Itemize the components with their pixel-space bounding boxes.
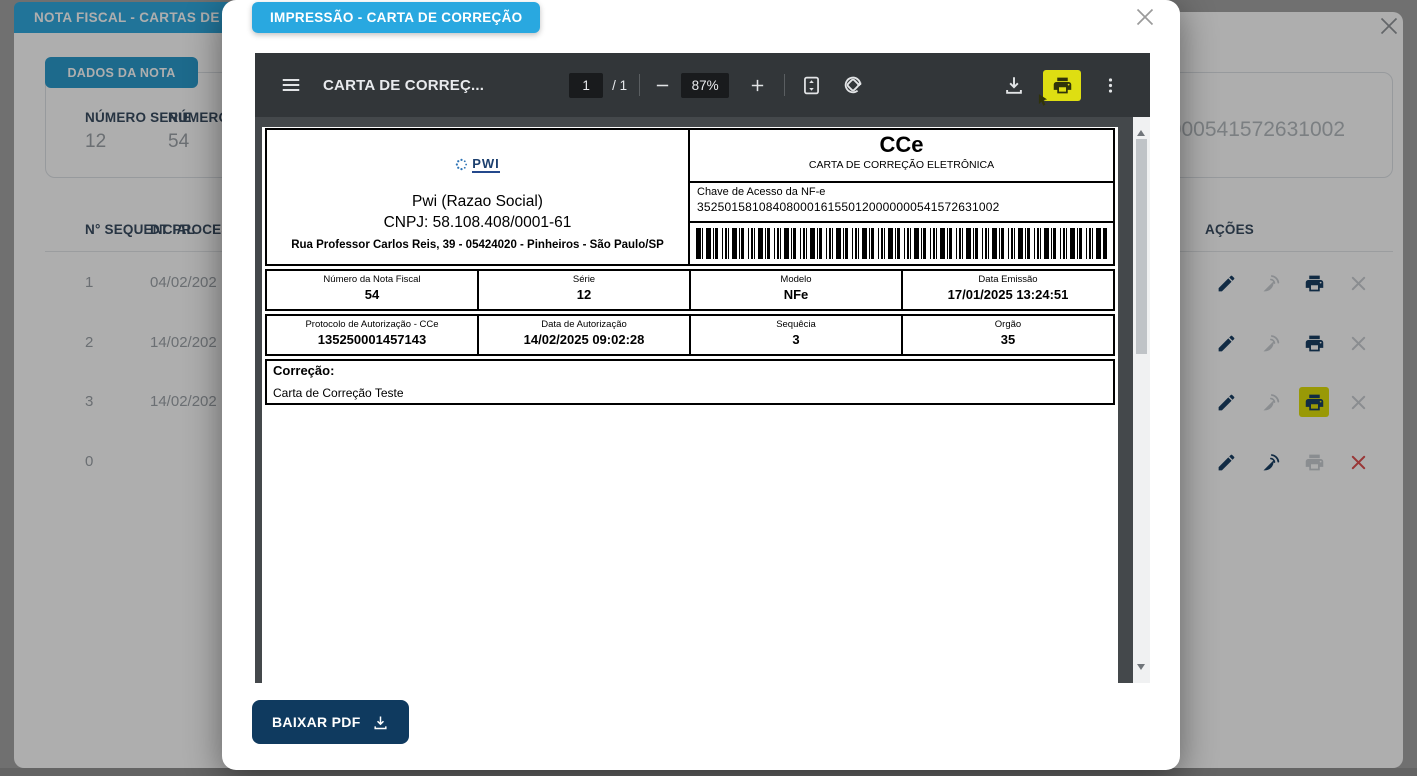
pwi-logo-text: PWI — [472, 156, 500, 173]
more-options-icon[interactable] — [1101, 76, 1120, 95]
cell-label: Data Emissão — [903, 274, 1113, 285]
cell-value: 14/02/2025 09:02:28 — [479, 332, 689, 347]
cell-label: Sequêcia — [691, 319, 901, 330]
cell-value: 17/01/2025 13:24:51 — [903, 287, 1113, 302]
cce-header: CCe CARTA DE CORREÇÃO ELETRÔNICA — [690, 130, 1113, 183]
pdf-scrollbar[interactable] — [1133, 117, 1150, 683]
cce-document: PWI Pwi (Razao Social) CNPJ: 58.108.408/… — [265, 128, 1115, 405]
cce-subtitle: CARTA DE CORREÇÃO ELETRÔNICA — [690, 159, 1113, 171]
cell-value: 12 — [479, 287, 689, 302]
correcao-block: Correção: Carta de Correção Teste — [265, 359, 1115, 405]
impressao-modal: IMPRESSÃO - CARTA DE CORREÇÃO CARTA DE C… — [222, 0, 1180, 770]
download-icon[interactable] — [1003, 74, 1025, 96]
print-icon-highlighted[interactable] — [1043, 70, 1081, 101]
scrollbar-thumb[interactable] — [1136, 139, 1147, 354]
cell-value: 54 — [267, 287, 477, 302]
cell-label: Modelo — [691, 274, 901, 285]
cell-label: Orgão — [903, 319, 1113, 330]
mouse-cursor-icon — [1036, 93, 1050, 107]
company-name: Pwi (Razao Social) — [412, 193, 543, 211]
barcode — [696, 228, 1107, 259]
pwi-logo-icon — [455, 158, 468, 171]
toolbar-divider — [784, 74, 785, 96]
pdf-viewport: PWI Pwi (Razao Social) CNPJ: 58.108.408/… — [255, 117, 1150, 683]
modal-close-icon[interactable] — [1132, 4, 1158, 30]
nota-info-row: Número da Nota Fiscal 54 Série 12 Modelo NF… — [265, 269, 1115, 311]
cell-value: NFe — [691, 287, 901, 302]
download-icon — [372, 714, 389, 731]
modal-title-badge: IMPRESSÃO - CARTA DE CORREÇÃO — [252, 2, 540, 33]
cell-label: Protocolo de Autorização - CCe — [267, 319, 477, 330]
baixar-pdf-button[interactable]: BAIXAR PDF — [252, 700, 409, 744]
pdf-viewer: CARTA DE CORREÇ... 1 / 1 87% — [255, 53, 1150, 683]
barcode-block — [690, 223, 1113, 264]
page-total: / 1 — [612, 78, 627, 93]
autorizacao-row: Protocolo de Autorização - CCe 1352500014… — [265, 314, 1115, 356]
cell-value: 135250001457143 — [267, 332, 477, 347]
cell-label: Série — [479, 274, 689, 285]
menu-icon[interactable] — [280, 74, 302, 96]
scroll-down-icon[interactable] — [1137, 664, 1145, 674]
zoom-in-icon[interactable] — [749, 77, 766, 94]
page-number-input[interactable]: 1 — [569, 73, 603, 98]
cell-label: Número da Nota Fiscal — [267, 274, 477, 285]
cce-title: CCe — [690, 132, 1113, 158]
cell-label: Data de Autorização — [479, 319, 689, 330]
zoom-level[interactable]: 87% — [681, 73, 729, 98]
company-cnpj: CNPJ: 58.108.408/0001-61 — [384, 214, 572, 232]
rotate-icon[interactable] — [842, 74, 864, 96]
pdf-title: CARTA DE CORREÇ... — [323, 77, 484, 94]
cell-value: 35 — [903, 332, 1113, 347]
correcao-text: Carta de Correção Teste — [273, 386, 1107, 400]
correcao-label: Correção: — [273, 363, 1107, 378]
pwi-logo: PWI — [455, 156, 500, 173]
scroll-up-icon[interactable] — [1137, 126, 1145, 136]
baixar-pdf-label: BAIXAR PDF — [272, 714, 361, 730]
chave-label: Chave de Acesso da NF-e — [697, 186, 1106, 198]
cell-value: 3 — [691, 332, 901, 347]
company-block: PWI Pwi (Razao Social) CNPJ: 58.108.408/… — [267, 130, 690, 264]
chave-number: 3525015810840800016155012000000054157263… — [697, 200, 1106, 214]
toolbar-divider — [639, 74, 640, 96]
zoom-out-icon[interactable] — [654, 77, 671, 94]
pdf-toolbar: CARTA DE CORREÇ... 1 / 1 87% — [255, 53, 1150, 117]
chave-acesso-block: Chave de Acesso da NF-e 3525015810840800… — [690, 183, 1113, 223]
company-address: Rua Professor Carlos Reis, 39 - 05424020… — [291, 239, 664, 251]
pdf-page: PWI Pwi (Razao Social) CNPJ: 58.108.408/… — [262, 127, 1118, 683]
fit-page-icon[interactable] — [801, 75, 822, 96]
